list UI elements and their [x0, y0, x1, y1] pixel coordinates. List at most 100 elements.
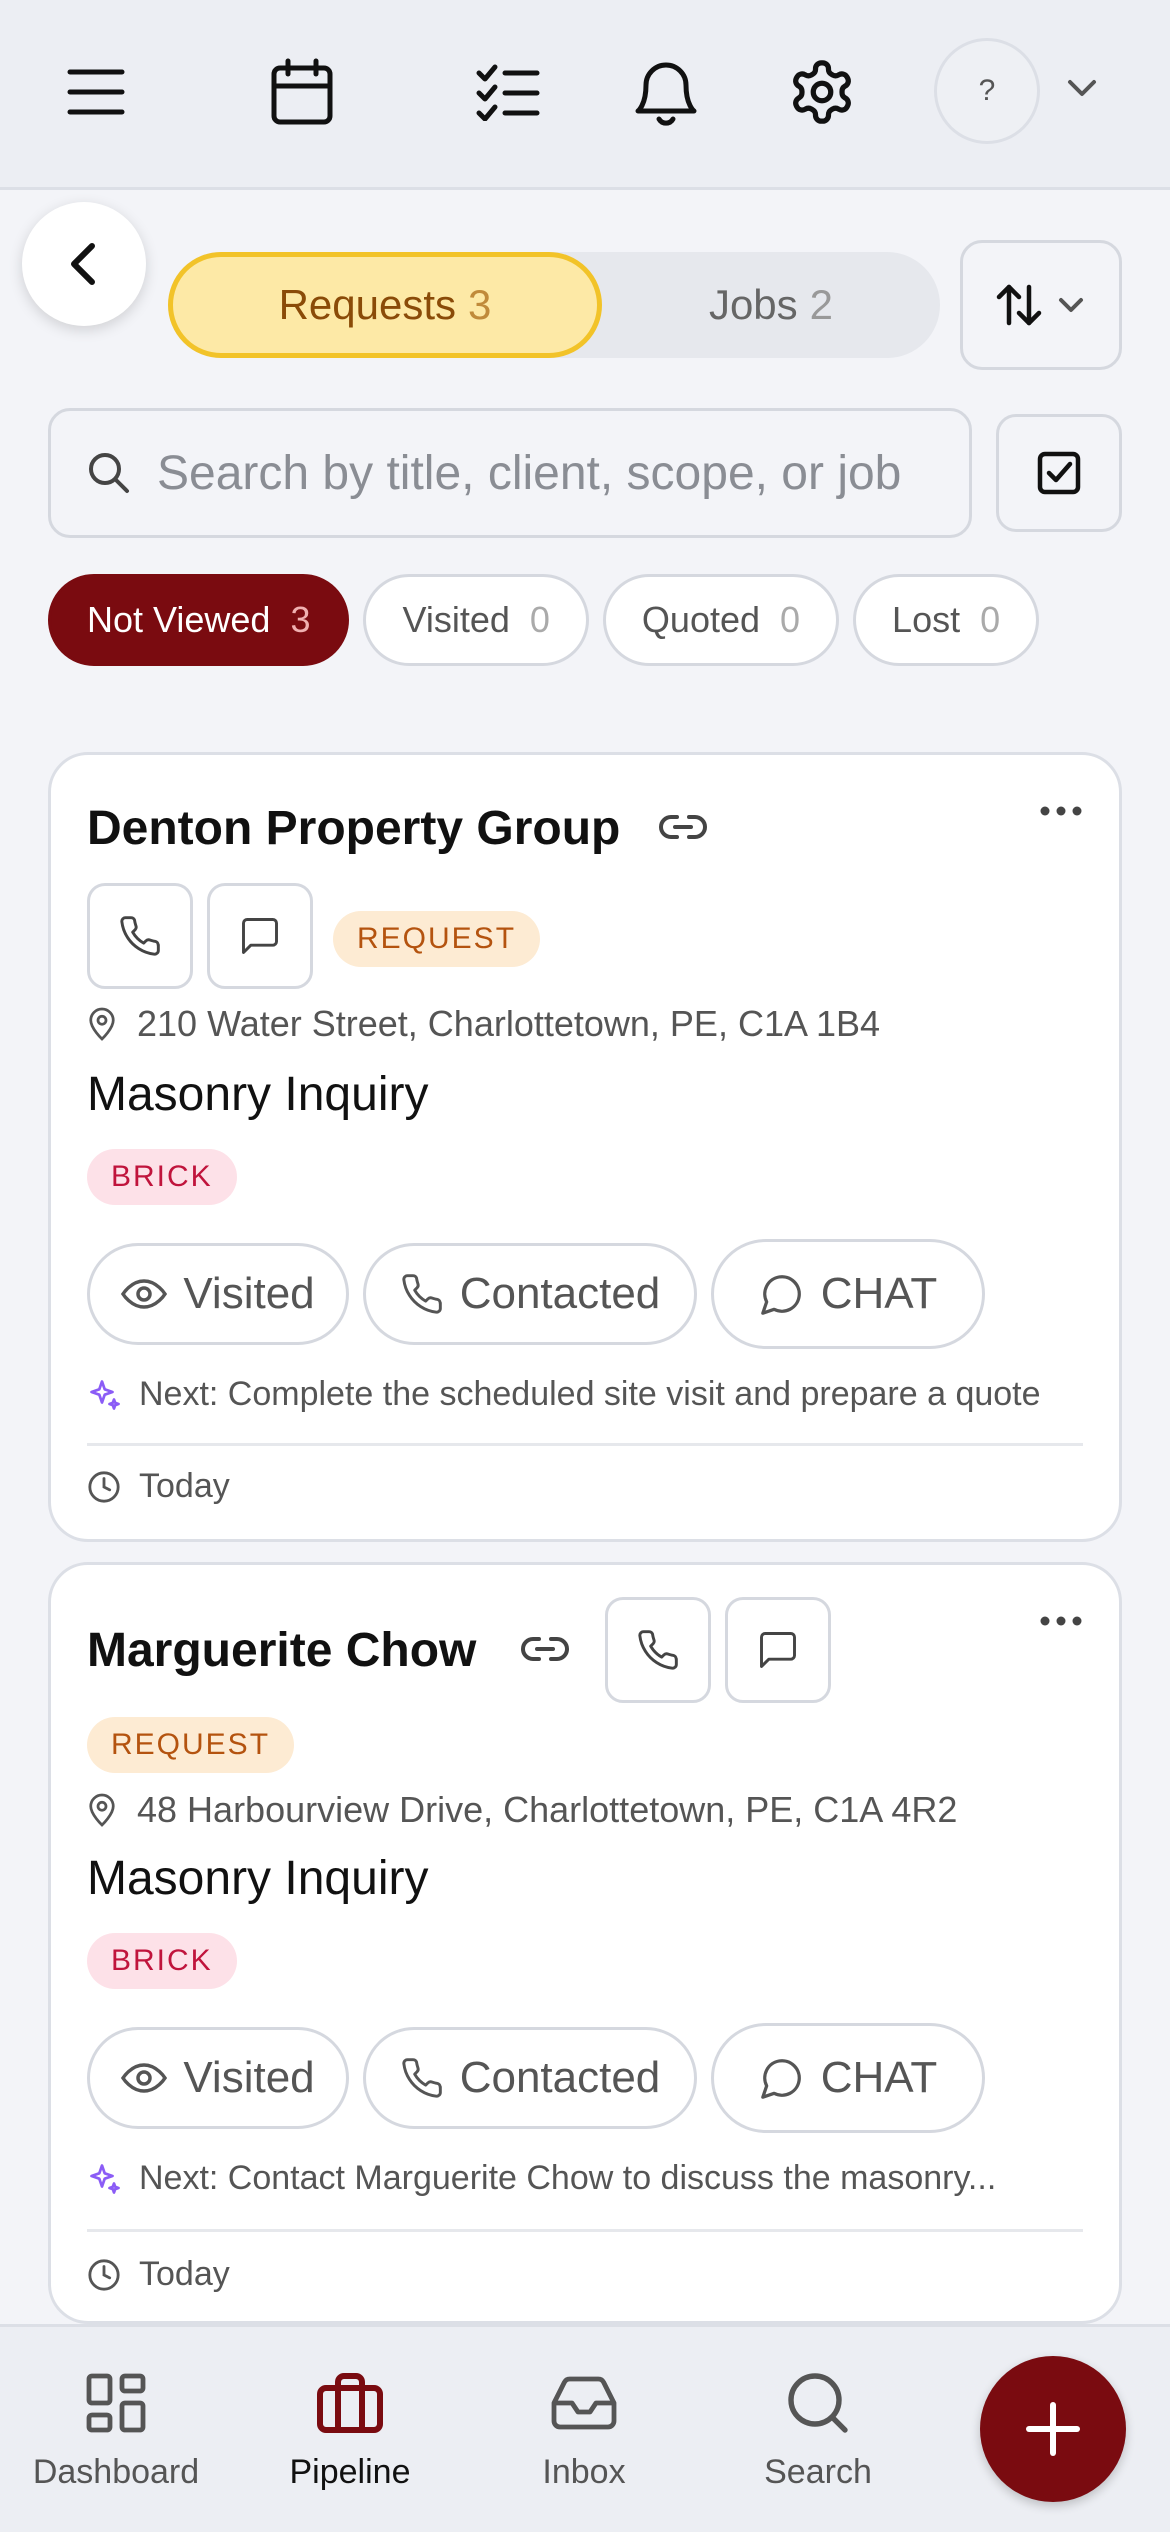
contacted-label: Contacted: [459, 1269, 661, 1318]
select-mode-button[interactable]: [996, 414, 1122, 532]
link-icon[interactable]: [521, 1629, 569, 1669]
phone-icon: [638, 1630, 678, 1670]
status-filters: Not Viewed 3 Visited 0 Quoted 0 Lost 0: [48, 574, 1040, 666]
chat-label: CHAT: [820, 1269, 938, 1318]
message-icon: [242, 918, 278, 954]
filter-count: 0: [980, 599, 1001, 640]
client-name: Marguerite Chow: [87, 1624, 477, 1677]
nav-label: Inbox: [542, 2453, 626, 2491]
address-text: 210 Water Street, Charlottetown, PE, C1A…: [137, 1003, 881, 1044]
visited-button[interactable]: Visited: [87, 2027, 349, 2129]
visited-label: Visited: [183, 2053, 315, 2102]
search-input[interactable]: [157, 445, 937, 501]
filter-not-viewed[interactable]: Not Viewed 3: [48, 574, 350, 666]
message-button[interactable]: [207, 883, 313, 989]
date-text: Today: [139, 2255, 230, 2293]
sort-button[interactable]: [960, 240, 1122, 370]
bell-icon[interactable]: [626, 52, 706, 132]
chat-button[interactable]: CHAT: [711, 2023, 985, 2133]
filter-label: Lost: [892, 599, 961, 640]
plus-icon: [1026, 2402, 1080, 2456]
address-text: 48 Harbourview Drive, Charlottetown, PE,…: [137, 1789, 958, 1830]
chevron-down-icon: [1059, 298, 1083, 312]
clock-icon: [88, 1470, 120, 1503]
menu-icon[interactable]: [56, 52, 136, 132]
call-button[interactable]: [605, 1597, 711, 1703]
filter-count: 0: [529, 599, 550, 640]
chat-bubble-icon: [760, 2059, 801, 2099]
phone-icon: [402, 1274, 442, 1314]
back-button[interactable]: [22, 202, 146, 326]
tab-jobs-label: Jobs: [708, 281, 798, 328]
chat-button[interactable]: CHAT: [711, 1239, 985, 1349]
add-button[interactable]: [980, 2356, 1126, 2502]
date-text: Today: [139, 1467, 230, 1505]
date: Today: [87, 2255, 230, 2294]
more-options-icon[interactable]: [1039, 805, 1083, 817]
divider: [87, 2229, 1083, 2232]
contacted-button[interactable]: Contacted: [363, 2027, 697, 2129]
tab-jobs[interactable]: Jobs 2: [602, 252, 940, 358]
sparkle-icon: [90, 2163, 120, 2194]
eye-icon: [121, 2063, 168, 2093]
next-step-text: Next: Contact Marguerite Chow to discuss…: [139, 2159, 997, 2197]
map-pin-icon: [89, 1793, 115, 1827]
clock-icon: [88, 2258, 120, 2291]
top-bar: ?: [0, 0, 1170, 190]
filter-quoted[interactable]: Quoted 0: [602, 574, 840, 666]
calendar-icon[interactable]: [262, 52, 342, 132]
filter-visited[interactable]: Visited 0: [363, 574, 589, 666]
more-options-icon[interactable]: [1039, 1615, 1083, 1627]
nav-dashboard[interactable]: Dashboard: [6, 2367, 226, 2492]
call-button[interactable]: [87, 883, 193, 989]
date: Today: [87, 1467, 230, 1506]
nav-label: Pipeline: [289, 2453, 411, 2491]
chevron-down-icon[interactable]: [1064, 70, 1100, 106]
phone-icon: [402, 2058, 442, 2098]
search-icon: [788, 2373, 848, 2433]
request-card[interactable]: Marguerite Chow REQUEST 48 Harbourview D…: [48, 1562, 1122, 2324]
next-step-text: Next: Complete the scheduled site visit …: [139, 1375, 1041, 1413]
message-icon: [760, 1632, 796, 1668]
phone-icon: [120, 916, 160, 956]
request-card[interactable]: Denton Property Group REQUEST 210 Water …: [48, 752, 1122, 1542]
chat-bubble-icon: [760, 1275, 801, 1315]
sort-arrows-icon: [996, 284, 1042, 326]
filter-label: Not Viewed: [87, 599, 271, 640]
visited-label: Visited: [183, 1269, 315, 1318]
help-button[interactable]: ?: [934, 38, 1040, 144]
help-label: ?: [978, 74, 996, 107]
gear-icon[interactable]: [782, 52, 862, 132]
inbox-icon: [551, 2376, 617, 2430]
link-icon[interactable]: [659, 807, 707, 847]
message-button[interactable]: [725, 1597, 831, 1703]
contacted-button[interactable]: Contacted: [363, 1243, 697, 1345]
request-job-tabs: Requests 3 Jobs 2: [168, 252, 940, 358]
filter-lost[interactable]: Lost 0: [853, 574, 1040, 666]
address: 210 Water Street, Charlottetown, PE, C1A…: [87, 1003, 880, 1045]
contacted-label: Contacted: [459, 2053, 661, 2102]
nav-pipeline[interactable]: Pipeline: [240, 2367, 460, 2492]
dashboard-icon: [86, 2373, 146, 2433]
checkbox-icon: [1037, 451, 1081, 495]
sparkle-icon: [90, 1379, 120, 1410]
nav-label: Dashboard: [32, 2453, 200, 2491]
search-field[interactable]: [48, 408, 972, 538]
trade-badge: BRICK: [87, 1933, 237, 1989]
request-badge: REQUEST: [333, 911, 541, 967]
chat-label: CHAT: [820, 2053, 938, 2102]
nav-search[interactable]: Search: [708, 2367, 928, 2492]
next-step: Next: Complete the scheduled site visit …: [87, 1375, 1041, 1414]
scope-title: Masonry Inquiry: [87, 1852, 429, 1905]
map-pin-icon: [89, 1007, 115, 1041]
checklist-icon[interactable]: [468, 52, 548, 132]
search-icon: [89, 453, 129, 493]
filter-label: Visited: [402, 599, 510, 640]
scope-title: Masonry Inquiry: [87, 1068, 429, 1121]
tab-requests[interactable]: Requests 3: [168, 252, 602, 358]
tab-requests-label: Requests: [278, 281, 457, 328]
next-step: Next: Contact Marguerite Chow to discuss…: [87, 2159, 996, 2198]
nav-inbox[interactable]: Inbox: [474, 2367, 694, 2492]
divider: [87, 1443, 1083, 1446]
visited-button[interactable]: Visited: [87, 1243, 349, 1345]
